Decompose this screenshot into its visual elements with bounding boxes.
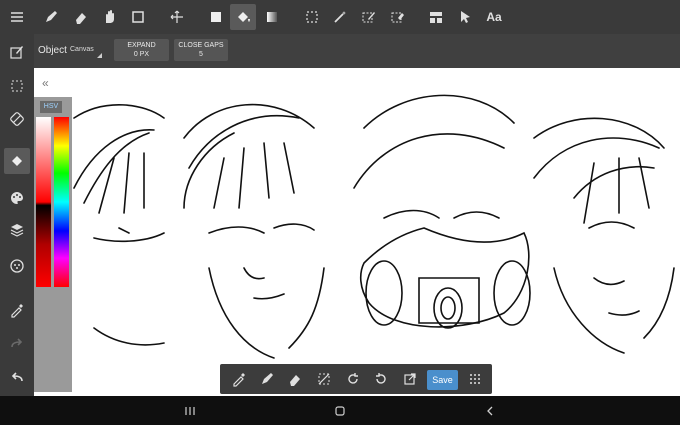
select-icon[interactable] [4, 73, 30, 99]
object-select[interactable]: Canvas [68, 44, 102, 58]
pen-icon[interactable] [38, 4, 64, 30]
transform-icon[interactable] [164, 4, 190, 30]
bucket-icon[interactable] [230, 4, 256, 30]
eraser-icon[interactable] [68, 4, 94, 30]
dropdown-icon [97, 53, 102, 58]
close-gaps-value: 5 [199, 51, 203, 58]
text-tool-button[interactable]: Aa [481, 4, 507, 30]
save-button[interactable]: Save [427, 370, 458, 390]
gradient-icon[interactable] [259, 4, 285, 30]
palette-icon[interactable] [4, 185, 30, 211]
magic-wand-icon[interactable] [327, 4, 353, 30]
eyedropper-icon[interactable] [4, 297, 30, 323]
drawing-canvas[interactable] [34, 68, 680, 396]
object-select-value: Canvas [70, 46, 94, 53]
material-icon[interactable] [4, 253, 30, 279]
object-label: Object [38, 45, 67, 56]
expand-button[interactable]: EXPAND 0 PX [114, 39, 169, 61]
undo-icon[interactable] [4, 365, 30, 391]
hand-icon[interactable] [96, 4, 122, 30]
rotate-icon[interactable] [4, 106, 30, 132]
select-pen-icon[interactable] [356, 4, 382, 30]
home-icon[interactable] [330, 402, 350, 420]
line-art-illustration [73, 94, 675, 359]
close-gaps-label: CLOSE GAPS [178, 42, 224, 49]
cursor-icon[interactable] [452, 4, 478, 30]
back-icon[interactable] [480, 402, 500, 420]
left-toolbar [0, 34, 34, 396]
fill-square-icon[interactable] [203, 4, 229, 30]
menu-icon[interactable] [4, 4, 30, 30]
undo-icon[interactable] [340, 366, 366, 392]
select-eraser-icon[interactable] [385, 4, 411, 30]
hue-slider[interactable] [54, 117, 69, 287]
expand-value: 0 PX [133, 51, 150, 58]
pen-icon[interactable] [254, 366, 280, 392]
layer-split-icon[interactable] [423, 4, 449, 30]
edit-icon[interactable] [4, 39, 30, 65]
marquee-icon[interactable] [299, 4, 325, 30]
eraser-icon[interactable] [282, 366, 308, 392]
layers-icon[interactable] [4, 217, 30, 243]
open-icon[interactable] [397, 366, 423, 392]
collapse-icon[interactable]: « [42, 76, 49, 90]
recent-apps-icon[interactable] [180, 402, 200, 420]
color-panel [34, 97, 72, 392]
redo-icon[interactable] [368, 366, 394, 392]
bucket-icon[interactable] [4, 148, 30, 174]
select-rect-icon[interactable] [125, 4, 151, 30]
redo-icon[interactable] [4, 331, 30, 357]
top-toolbar: Aa [0, 0, 680, 34]
tab-hsv[interactable]: HSV [40, 101, 62, 113]
eyedropper-icon[interactable] [226, 366, 252, 392]
expand-label: EXPAND [127, 42, 156, 49]
close-gaps-button[interactable]: CLOSE GAPS 5 [174, 39, 228, 61]
deselect-icon[interactable] [311, 366, 337, 392]
saturation-value-picker[interactable] [36, 117, 51, 287]
grid-icon[interactable] [462, 366, 488, 392]
